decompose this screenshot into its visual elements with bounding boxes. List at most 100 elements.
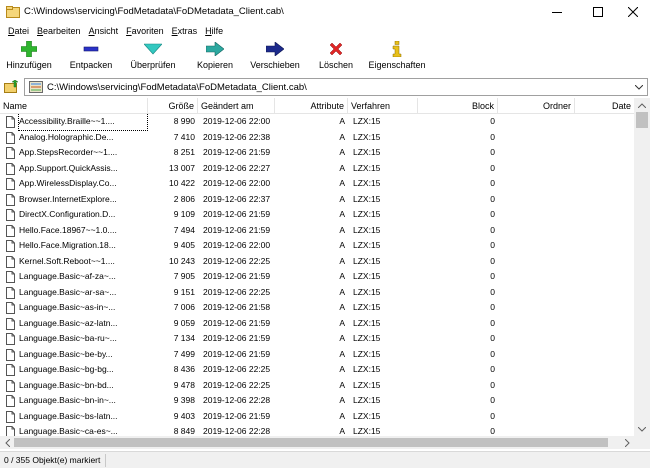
table-row[interactable]: Language.Basic~be-by... 7 499 2019-12-06 2… [0, 347, 634, 363]
table-row[interactable]: Kernel.Soft.Reboot~~1.... 10 243 2019-12-0… [0, 254, 634, 270]
vertical-scroll-thumb[interactable] [636, 112, 648, 128]
file-icon [6, 178, 15, 190]
status-text: 0 / 355 Objekt(e) markiert [4, 455, 101, 465]
address-path: C:\Windows\servicing\FodMetadata\FoDMeta… [47, 81, 307, 93]
maximize-icon [593, 6, 603, 17]
table-row[interactable]: Language.Basic~bn-bd... 9 478 2019-12-06 2… [0, 378, 634, 394]
file-method-cell: LZX:15 [353, 178, 381, 188]
scroll-down-icon[interactable] [634, 422, 650, 436]
menu-favorites[interactable]: Favoriten [122, 26, 168, 36]
horizontal-scrollbar[interactable] [0, 436, 634, 449]
move-button[interactable]: Verschieben [246, 40, 304, 76]
table-row[interactable]: Language.Basic~ba-ru~... 7 134 2019-12-06 … [0, 331, 634, 347]
column-name[interactable]: Name [0, 98, 148, 114]
table-row[interactable]: Language.Basic~az-latn... 9 059 2019-12-06… [0, 316, 634, 332]
column-block[interactable]: Block [418, 98, 498, 114]
table-row[interactable]: DirectX.Configuration.D... 9 109 2019-12-0… [0, 207, 634, 223]
file-modified-cell: 2019-12-06 21:59 [203, 147, 271, 157]
table-row[interactable]: Language.Basic~af-za~... 7 905 2019-12-06 … [0, 269, 634, 285]
table-row[interactable]: Language.Basic~bn-in~... 9 398 2019-12-06 … [0, 393, 634, 409]
table-row[interactable]: Analog.Holographic.De... 7 410 2019-12-06 … [0, 130, 634, 146]
scroll-left-icon[interactable] [0, 436, 14, 449]
file-attributes-cell: A [339, 317, 345, 328]
horizontal-scroll-thumb[interactable] [14, 438, 608, 447]
scroll-right-icon[interactable] [620, 436, 634, 449]
table-row[interactable]: Language.Basic~bs-latn... 9 403 2019-12-06… [0, 409, 634, 425]
copy-button[interactable]: Kopieren [190, 40, 240, 76]
file-method-cell: LZX:15 [353, 333, 381, 343]
file-name-cell: Language.Basic~be-by... [19, 348, 113, 359]
file-size-cell: 9 398 [173, 395, 195, 405]
test-button[interactable]: Überprüfen [126, 40, 180, 76]
address-bar[interactable]: C:\Windows\servicing\FodMetadata\FoDMeta… [24, 78, 648, 96]
file-size-cell: 7 494 [173, 224, 195, 235]
column-method[interactable]: Verfahren [348, 98, 418, 114]
file-name-cell: Accessibility.Braille~~1.... [18, 114, 148, 131]
file-modified-cell: 2019-12-06 22:25 [203, 286, 271, 297]
menu-view[interactable]: Ansicht [85, 26, 123, 36]
table-row[interactable]: Browser.InternetExplore... 2 806 2019-12-0… [0, 192, 634, 208]
menu-edit[interactable]: Bearbeiten [33, 26, 85, 36]
file-icon [6, 240, 15, 252]
scroll-up-icon[interactable] [634, 98, 650, 112]
table-row[interactable]: Hello.Face.18967~~1.0.... 7 494 2019-12-06… [0, 223, 634, 239]
up-folder-button[interactable] [3, 79, 21, 95]
delete-x-icon [325, 40, 347, 58]
file-name-cell: Language.Basic~ba-ru~... [19, 333, 117, 343]
folder-up-icon [4, 80, 19, 93]
file-method-cell: LZX:15 [353, 426, 381, 436]
column-date[interactable]: Date [575, 98, 634, 114]
file-block-cell: 0 [490, 209, 495, 219]
table-row[interactable]: Language.Basic~bg-bg... 8 436 2019-12-06 2… [0, 362, 634, 378]
file-name-cell: Language.Basic~az-latn... [19, 317, 118, 328]
table-row[interactable]: Hello.Face.Migration.18... 9 405 2019-12-0… [0, 238, 634, 254]
table-row[interactable]: Accessibility.Braille~~1.... 8 990 2019-12… [0, 114, 634, 131]
file-modified-cell: 2019-12-06 22:00 [203, 116, 271, 126]
menu-extras[interactable]: Extras [168, 26, 202, 36]
table-row[interactable]: Language.Basic~ca-es~... 8 849 2019-12-06 … [0, 424, 634, 436]
file-name-cell: Language.Basic~bs-latn... [19, 410, 118, 421]
file-block-cell: 0 [490, 116, 495, 126]
table-row[interactable]: App.Support.QuickAssis... 13 007 2019-12-0… [0, 161, 634, 177]
column-folder[interactable]: Ordner [498, 98, 575, 114]
file-modified-cell: 2019-12-06 21:59 [203, 348, 271, 359]
file-attributes-cell: A [339, 178, 345, 188]
close-button[interactable] [616, 0, 650, 23]
add-button[interactable]: Hinzufügen [4, 40, 54, 76]
file-attributes-cell: A [339, 286, 345, 297]
file-modified-cell: 2019-12-06 21:59 [203, 410, 271, 421]
file-attributes-cell: A [339, 426, 345, 436]
file-block-cell: 0 [490, 147, 495, 157]
file-name-cell: Kernel.Soft.Reboot~~1.... [19, 255, 115, 266]
chevron-down-icon[interactable] [634, 82, 644, 92]
column-attributes[interactable]: Attribute [275, 98, 348, 114]
properties-button[interactable]: Eigenschaften [366, 40, 428, 76]
table-row[interactable]: Language.Basic~as-in~... 7 006 2019-12-06 … [0, 300, 634, 316]
delete-button[interactable]: Löschen [314, 40, 358, 76]
file-icon [6, 162, 15, 175]
file-icon [6, 395, 15, 407]
table-row[interactable]: App.StepsRecorder~~1.... 8 251 2019-12-06 … [0, 145, 634, 161]
file-name-cell: Language.Basic~ca-es~... [19, 426, 118, 436]
maximize-button[interactable] [581, 0, 615, 23]
file-method-cell: LZX:15 [353, 131, 381, 142]
file-icon [6, 147, 15, 159]
minimize-button[interactable] [540, 0, 574, 23]
file-method-cell: LZX:15 [353, 364, 381, 374]
column-size[interactable]: Größe [148, 98, 198, 114]
menu-file[interactable]: Datei [4, 26, 33, 36]
extract-button[interactable]: Entpacken [66, 40, 116, 76]
file-name-cell: Hello.Face.Migration.18... [19, 240, 116, 250]
file-attributes-cell: A [339, 240, 345, 250]
vertical-scrollbar[interactable] [634, 98, 650, 436]
file-size-cell: 9 059 [173, 317, 195, 328]
menu-help[interactable]: Hilfe [201, 26, 227, 36]
table-row[interactable]: Language.Basic~ar-sa~... 9 151 2019-12-06 … [0, 285, 634, 301]
table-row[interactable]: App.WirelessDisplay.Co... 10 422 2019-12-0… [0, 176, 634, 192]
file-attributes-cell: A [339, 162, 345, 173]
title-bar: C:\Windows\servicing\FodMetadata\FoDMeta… [0, 0, 650, 23]
file-size-cell: 10 422 [169, 178, 195, 188]
file-modified-cell: 2019-12-06 21:59 [203, 333, 271, 343]
column-modified[interactable]: Geändert am [198, 98, 275, 114]
file-name-cell: App.StepsRecorder~~1.... [19, 147, 118, 157]
